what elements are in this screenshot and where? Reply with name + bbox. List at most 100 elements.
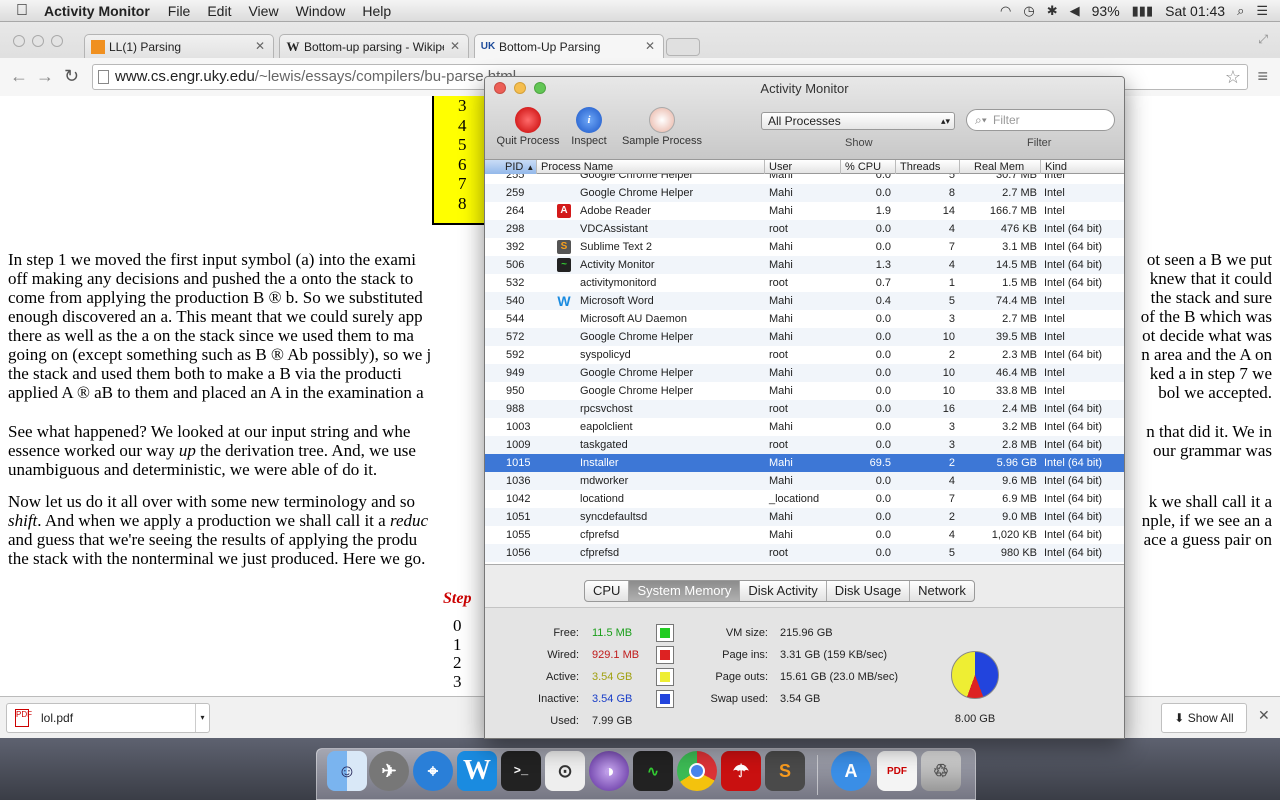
- battery-icon[interactable]: ▮▮▮: [1132, 3, 1153, 19]
- process-user: root: [769, 439, 788, 451]
- process-row[interactable]: 1015 Installer Mahi 69.5 2 5.96 GB Intel (64 b…: [485, 454, 1124, 472]
- am-titlebar-toolbar: Activity Monitor Quit Process i Inspect …: [485, 77, 1124, 160]
- process-row[interactable]: W 540 Microsoft Word Mahi 0.4 5 74.4 MB Intel: [485, 292, 1124, 310]
- chrome-icon[interactable]: [677, 751, 717, 791]
- adobe-reader-icon[interactable]: ☂: [721, 751, 761, 791]
- process-row[interactable]: 544 Microsoft AU Daemon Mahi 0.0 3 2.7 MB Inte…: [485, 310, 1124, 328]
- browser-tab-ll1[interactable]: LL(1) Parsing ✕: [84, 34, 274, 58]
- process-row[interactable]: 1003 eapolclient Mahi 0.0 3 3.2 MB Intel (64 b…: [485, 418, 1124, 436]
- col-threads[interactable]: Threads: [896, 160, 960, 174]
- browser-tab-bottom-up[interactable]: UK Bottom-Up Parsing ✕: [474, 34, 664, 58]
- minimize-window-button[interactable]: [32, 35, 44, 47]
- download-options-icon[interactable]: ▾: [195, 704, 209, 732]
- pdf-document-icon[interactable]: PDF: [877, 751, 917, 791]
- show-processes-select[interactable]: All Processes ▴▾: [761, 112, 955, 130]
- process-row[interactable]: 572 Google Chrome Helper Mahi 0.0 10 39.5 MB I…: [485, 328, 1124, 346]
- github-icon[interactable]: ⊙: [545, 751, 585, 791]
- inspect-button[interactable]: i Inspect: [569, 107, 609, 147]
- app-store-icon[interactable]: A: [831, 751, 871, 791]
- forward-icon[interactable]: →: [36, 66, 54, 87]
- paragraph-line-left: See what happened? We looked at our inpu…: [8, 422, 411, 441]
- volume-icon[interactable]: ◀: [1070, 3, 1080, 19]
- process-row[interactable]: 950 Google Chrome Helper Mahi 0.0 10 33.8 MB I…: [485, 382, 1124, 400]
- process-row[interactable]: 298 VDCAssistant root 0.0 4 476 KB Intel (64 b…: [485, 220, 1124, 238]
- process-user: Mahi: [769, 241, 793, 253]
- process-row[interactable]: 259 Google Chrome Helper Mahi 0.0 8 2.7 MB Int…: [485, 184, 1124, 202]
- browser-tab-wikipedia[interactable]: W Bottom-up parsing - Wikipe ✕: [279, 34, 469, 58]
- col-pid[interactable]: PID ▲: [485, 160, 537, 174]
- spotlight-search-icon[interactable]: ⌕: [1237, 3, 1244, 19]
- menu-window[interactable]: Window: [296, 3, 346, 19]
- sample-process-button[interactable]: Sample Process: [619, 107, 705, 147]
- apple-menu-icon[interactable]: : [0, 2, 44, 20]
- terminal-icon[interactable]: >_: [501, 751, 541, 791]
- fullscreen-icon[interactable]: ⤢: [1258, 32, 1268, 47]
- show-all-downloads-button[interactable]: ⬇ Show All: [1161, 703, 1247, 733]
- process-row[interactable]: ~506 Activity Monitor Mahi 1.3 4 14.5 MB Intel…: [485, 256, 1124, 274]
- process-row[interactable]: 1055 cfprefsd Mahi 0.0 4 1,020 KB Intel (64 bi…: [485, 526, 1124, 544]
- trash-icon[interactable]: ♲: [921, 751, 961, 791]
- col-user[interactable]: User: [765, 160, 841, 174]
- col-cpu[interactable]: % CPU: [841, 160, 896, 174]
- chrome-menu-icon[interactable]: ≡: [1257, 66, 1268, 87]
- paragraph-line-left: come from applying the production B ® b.…: [8, 288, 423, 307]
- close-window-button[interactable]: [13, 35, 25, 47]
- process-row[interactable]: A 264 Adobe Reader Mahi 1.9 14 166.7 MB Intel: [485, 202, 1124, 220]
- menu-help[interactable]: Help: [362, 3, 391, 19]
- clock[interactable]: Sat 01:43: [1165, 3, 1225, 19]
- launchpad-icon[interactable]: ✈: [369, 751, 409, 791]
- bookmark-star-icon[interactable]: ☆: [1225, 65, 1241, 89]
- bluetooth-icon[interactable]: ✱: [1047, 3, 1058, 19]
- process-row[interactable]: 1009 taskgated root 0.0 3 2.8 MB Intel (64 bit…: [485, 436, 1124, 454]
- process-row[interactable]: 532 activitymonitord root 0.7 1 1.5 MB Intel (…: [485, 274, 1124, 292]
- col-real-mem[interactable]: Real Mem: [960, 160, 1041, 174]
- wifi-icon[interactable]: ◠: [1000, 3, 1011, 19]
- reload-icon[interactable]: ↻: [64, 66, 79, 87]
- activity-monitor-dock-icon[interactable]: ∿: [633, 751, 673, 791]
- safari-icon[interactable]: ⌖: [413, 751, 453, 791]
- process-real-mem: 2.3 MB: [1002, 349, 1037, 361]
- process-row[interactable]: 1056 cfprefsd root 0.0 5 980 KB Intel (64 bit): [485, 544, 1124, 562]
- process-row[interactable]: 1036 mdworker Mahi 0.0 4 9.6 MB Intel (64 bit): [485, 472, 1124, 490]
- col-kind[interactable]: Kind: [1041, 160, 1124, 174]
- process-threads: 5: [948, 295, 955, 307]
- zoom-window-button[interactable]: [51, 35, 63, 47]
- new-tab-button[interactable]: [666, 38, 700, 56]
- process-cpu: 69.5: [869, 457, 891, 469]
- download-item[interactable]: PDF lol.pdf ▾: [6, 703, 210, 733]
- menu-view[interactable]: View: [248, 3, 278, 19]
- close-tab-icon[interactable]: ✕: [645, 39, 655, 53]
- back-icon[interactable]: ←: [10, 66, 28, 87]
- sublime-text-icon[interactable]: S: [765, 751, 805, 791]
- tab-disk-activity[interactable]: Disk Activity: [740, 581, 827, 601]
- process-row[interactable]: 949 Google Chrome Helper Mahi 0.0 10 46.4 MB I…: [485, 364, 1124, 382]
- battery-percent[interactable]: 93%: [1092, 3, 1120, 19]
- tab-system-memory[interactable]: System Memory: [629, 581, 741, 601]
- close-shelf-icon[interactable]: ✕: [1258, 707, 1270, 724]
- eclipse-icon[interactable]: ◑: [589, 751, 629, 791]
- process-kind: Intel (64 bit): [1044, 349, 1103, 361]
- menu-file[interactable]: File: [168, 3, 191, 19]
- word-icon[interactable]: W: [457, 751, 497, 791]
- tab-network[interactable]: Network: [910, 581, 974, 601]
- close-tab-icon[interactable]: ✕: [450, 39, 460, 53]
- menu-app-name[interactable]: Activity Monitor: [44, 3, 150, 19]
- menu-edit[interactable]: Edit: [207, 3, 231, 19]
- process-row[interactable]: 988 rpcsvchost root 0.0 16 2.4 MB Intel (64 bi…: [485, 400, 1124, 418]
- process-row[interactable]: 1051 syncdefaultsd Mahi 0.0 2 9.0 MB Intel (64…: [485, 508, 1124, 526]
- step-column-header: Step: [443, 590, 472, 607]
- finder-icon[interactable]: ☺: [327, 751, 367, 791]
- process-row[interactable]: 255 Google Chrome Helper Mahi 0.0 5 30.7 MB In…: [485, 174, 1124, 184]
- col-process-name[interactable]: Process Name: [537, 160, 765, 174]
- process-threads: 7: [948, 493, 955, 505]
- quit-process-button[interactable]: Quit Process: [493, 107, 563, 147]
- close-tab-icon[interactable]: ✕: [255, 39, 265, 53]
- tab-cpu[interactable]: CPU: [585, 581, 630, 601]
- tab-disk-usage[interactable]: Disk Usage: [827, 581, 911, 601]
- filter-search-input[interactable]: ⌕▾ Filter: [966, 109, 1115, 131]
- process-row[interactable]: 1042 locationd _locationd 0.0 7 6.9 MB Intel (…: [485, 490, 1124, 508]
- process-row[interactable]: 592 syspolicyd root 0.0 2 2.3 MB Intel (64 bit…: [485, 346, 1124, 364]
- notification-center-icon[interactable]: ☰: [1256, 3, 1268, 19]
- time-machine-icon[interactable]: ◷: [1023, 3, 1034, 19]
- process-row[interactable]: S 392 Sublime Text 2 Mahi 0.0 7 3.1 MB Intel (6…: [485, 238, 1124, 256]
